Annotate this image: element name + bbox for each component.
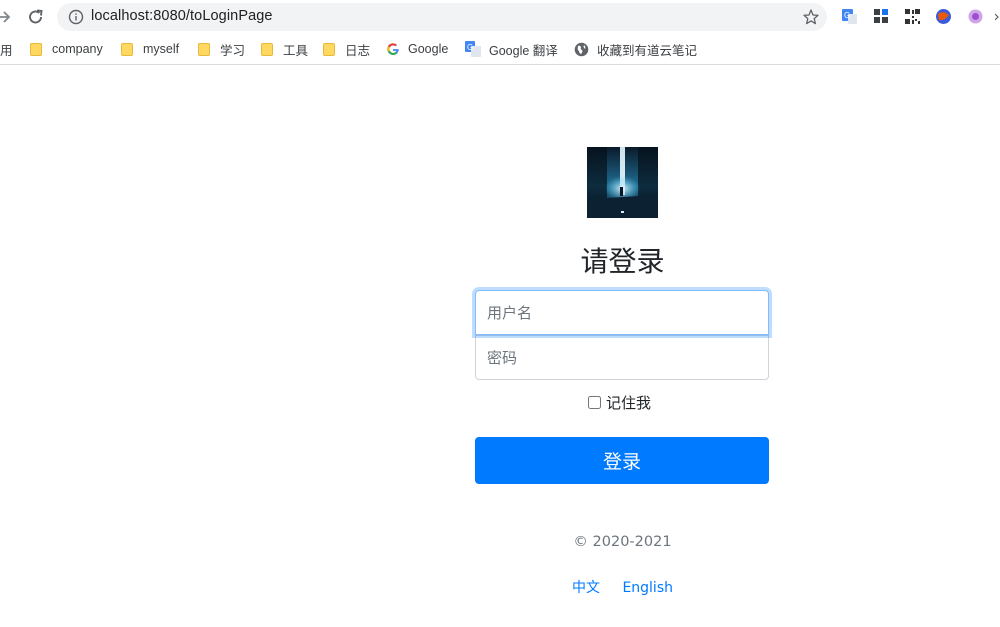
bookmark-label: company	[52, 42, 103, 56]
bookmark-folder-myself[interactable]: myself	[121, 40, 179, 58]
bookmark-label: 工具	[283, 43, 309, 58]
bookmark-folder-tools[interactable]: 工具	[261, 40, 308, 58]
bookmark-label: 用	[0, 43, 13, 58]
folder-icon	[121, 42, 133, 56]
bookmark-label: myself	[143, 42, 180, 56]
bookmark-google-translate[interactable]: G Google 翻译	[465, 40, 558, 58]
bookmark-label: 收藏到有道云笔记	[597, 43, 698, 58]
svg-text:G: G	[467, 43, 473, 52]
svg-text:G: G	[844, 11, 850, 20]
bookmark-label: Google	[408, 42, 449, 56]
bookmark-folder-company[interactable]: company	[30, 40, 103, 58]
forward-arrow-icon[interactable]	[0, 7, 12, 27]
bookmark-youdao-note[interactable]: 收藏到有道云笔记	[574, 40, 697, 58]
logo-image	[587, 147, 658, 218]
folder-icon	[261, 42, 273, 56]
page-title: 请登录	[580, 245, 665, 278]
google-translate-icon: G	[465, 41, 481, 57]
bookmark-apps[interactable]: 用	[0, 40, 13, 58]
address-bar[interactable]: localhost:8080/toLoginPage	[57, 3, 827, 31]
browser-extension-globe-icon[interactable]	[935, 8, 952, 25]
folder-icon	[30, 42, 42, 56]
bookmark-folder-log[interactable]: 日志	[323, 40, 370, 58]
bookmark-folder-study[interactable]: 学习	[198, 40, 245, 58]
sign-in-button[interactable]: 登录	[475, 437, 769, 484]
url-text: localhost:8080/toLoginPage	[91, 8, 273, 24]
bookmark-star-icon[interactable]	[802, 8, 820, 26]
profile-extension-icon[interactable]	[967, 8, 984, 25]
bookmarks-bar: 用 company myself 学习 工具 日志 Google G Googl…	[0, 34, 1000, 65]
bookmark-google[interactable]: Google	[386, 40, 448, 58]
bookmark-label: 日志	[345, 43, 371, 58]
language-link-english[interactable]: English	[622, 580, 673, 596]
password-input[interactable]	[475, 335, 769, 380]
language-switcher: 中文 English	[475, 577, 770, 597]
menu-icon[interactable]	[994, 8, 1000, 25]
remember-me-label: 记住我	[606, 394, 652, 412]
globe-icon	[574, 42, 589, 56]
bookmark-label: 学习	[220, 43, 246, 58]
remember-me[interactable]: 记住我	[588, 392, 651, 413]
info-icon[interactable]	[68, 9, 84, 25]
copyright-text: © 2020-2021	[573, 534, 672, 550]
apps-extension-icon[interactable]	[873, 8, 890, 25]
reload-icon[interactable]	[24, 6, 48, 28]
folder-icon	[323, 42, 335, 56]
folder-icon	[198, 42, 210, 56]
username-input[interactable]	[475, 290, 769, 335]
browser-toolbar: localhost:8080/toLoginPage G	[0, 0, 1000, 34]
bookmark-label: Google 翻译	[489, 43, 558, 58]
qr-code-extension-icon[interactable]	[904, 8, 921, 25]
language-link-chinese[interactable]: 中文	[572, 580, 600, 596]
remember-me-checkbox[interactable]	[588, 396, 601, 409]
google-icon	[387, 43, 399, 55]
translate-extension-icon[interactable]: G	[841, 8, 858, 25]
